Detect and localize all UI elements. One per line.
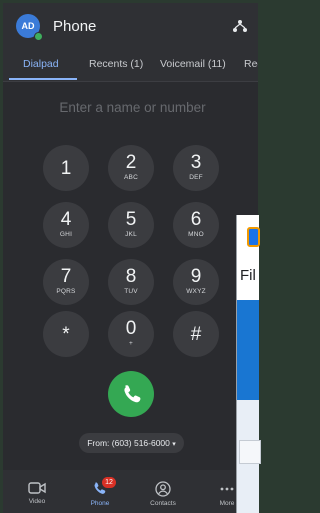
nav-phone[interactable]: 12 Phone [75, 470, 125, 513]
contacts-icon [155, 481, 171, 497]
key-9[interactable]: 9 WXYZ [173, 259, 219, 305]
key-digit: * [62, 324, 70, 345]
key-digit: 5 [125, 209, 137, 230]
background-window-field [239, 440, 261, 464]
background-window-text: Fil [240, 267, 256, 284]
active-tab-indicator [9, 78, 77, 80]
phone-icon [124, 385, 141, 403]
key-star[interactable]: * [43, 311, 89, 357]
key-digit: 8 [125, 266, 137, 287]
unread-badge: 12 [102, 477, 116, 488]
key-letters: WXYZ [186, 288, 206, 295]
from-number: From: (603) 516-6000 [87, 438, 170, 448]
key-4[interactable]: 4 GHI [43, 202, 89, 248]
bottom-nav: Video 12 Phone Contacts More [3, 470, 258, 513]
key-8[interactable]: 8 TUV [108, 259, 154, 305]
key-letters: + [129, 340, 133, 347]
nav-label: Video [28, 498, 46, 505]
key-6[interactable]: 6 MNO [173, 202, 219, 248]
key-digit: 1 [60, 158, 72, 179]
key-letters: TUV [124, 288, 138, 295]
key-letters: JKL [125, 231, 137, 238]
key-5[interactable]: 5 JKL [108, 202, 154, 248]
key-digit: 6 [190, 209, 202, 230]
key-letters: PQRS [56, 288, 76, 295]
key-letters: DEF [189, 174, 203, 181]
key-7[interactable]: 7 PQRS [43, 259, 89, 305]
key-pound[interactable]: # [173, 311, 219, 357]
key-digit: 3 [190, 152, 202, 173]
key-2[interactable]: 2 ABC [108, 145, 154, 191]
key-digit: 9 [190, 266, 202, 287]
nav-label: Phone [90, 500, 110, 507]
key-digit: 7 [60, 266, 72, 287]
key-digit: 2 [125, 152, 137, 173]
key-digit: # [190, 324, 202, 345]
phone-app-window: AD Phone Dialpad Recents (1) Voicemail (… [3, 3, 258, 513]
caller-id-selector[interactable]: From: (603) 516-6000 ▾ [79, 433, 184, 453]
key-0[interactable]: 0 + [108, 311, 154, 357]
tab-recents[interactable]: Recents (1) [89, 49, 143, 81]
key-letters: GHI [59, 231, 73, 238]
more-icon [220, 487, 234, 491]
nav-label: Contacts [150, 500, 176, 507]
page-title: Phone [53, 18, 97, 35]
connection-icon[interactable] [231, 17, 249, 35]
key-digit: 0 [125, 318, 137, 339]
key-1[interactable]: 1 [43, 145, 89, 191]
tab-dialpad[interactable]: Dialpad [23, 49, 59, 81]
nav-contacts[interactable]: Contacts [138, 470, 188, 513]
key-digit: 4 [60, 209, 72, 230]
tab-voicemail[interactable]: Voicemail (11) [160, 49, 226, 81]
background-window-banner [237, 300, 259, 400]
presence-status-dot [34, 32, 43, 41]
tab-recordings[interactable]: Rec [244, 49, 258, 81]
key-letters: MNO [188, 231, 204, 238]
app-header: AD Phone [3, 3, 258, 49]
key-letters: ABC [124, 174, 138, 181]
video-camera-icon [28, 482, 46, 494]
nav-video[interactable]: Video [12, 470, 62, 513]
app-logo-icon [247, 227, 260, 247]
call-button[interactable] [108, 371, 154, 417]
key-3[interactable]: 3 DEF [173, 145, 219, 191]
chevron-down-icon: ▾ [172, 441, 176, 448]
background-window[interactable]: Fil [236, 215, 261, 513]
search-input[interactable] [3, 99, 258, 116]
